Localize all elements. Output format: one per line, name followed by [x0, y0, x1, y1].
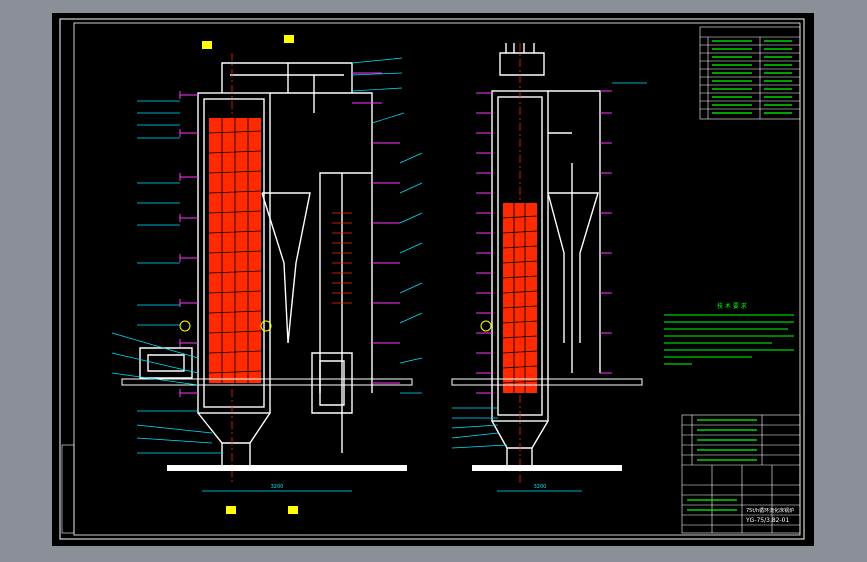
side-markers: [480, 320, 492, 332]
front-leaders-left: [111, 100, 222, 454]
front-foundation: [167, 465, 407, 471]
side-foundation: [472, 465, 622, 471]
marker-manhole-left: [179, 320, 191, 332]
front-dimension-label: 3200: [271, 484, 284, 490]
side-top-box: [499, 43, 545, 76]
side-cyclone: [547, 192, 599, 343]
side-level-ticks-right: [600, 90, 612, 374]
tech-requirements-lines: [664, 314, 794, 365]
drawing-number: YG-75/3.82-01: [745, 517, 789, 524]
front-ground-line: [121, 378, 413, 386]
front-leader-lines: [111, 57, 423, 454]
marker-bottom-left: [226, 506, 236, 514]
title-block-grid: [682, 415, 800, 533]
title-block: [681, 414, 801, 534]
marker-side-manhole: [480, 320, 492, 332]
side-level-ticks-left: [476, 92, 492, 394]
front-top-structure: [221, 62, 353, 113]
front-loop-seal: [311, 352, 353, 414]
front-backpass: [270, 92, 373, 453]
tech-requirements-notes: [664, 314, 794, 365]
side-dimension-label: 3200: [534, 484, 547, 490]
front-cyclone: [261, 192, 311, 344]
side-level-marks: [476, 90, 612, 394]
side-right-pass: [548, 90, 601, 373]
binding-strip: [61, 444, 75, 534]
title-block-label: 75t/h循环流化床锅炉: [746, 507, 794, 514]
side-ground-line: [451, 378, 643, 386]
front-level-ticks-left: [179, 91, 198, 397]
outer-border: [59, 18, 805, 540]
marker-bottom-right: [288, 506, 298, 514]
marker-top-right: [284, 35, 294, 43]
tech-requirements-heading: 技 术 要 求: [717, 302, 747, 310]
inner-border: [73, 22, 801, 536]
drawing-sheet: 3200 3200 技 术 要 求 75t/h循环流化床锅炉 YG-75/3.8…: [52, 13, 814, 546]
cad-drawing: 3200 3200 技 术 要 求 75t/h循环流化床锅炉 YG-75/3.8…: [59, 18, 805, 540]
marker-fan-top: [202, 41, 212, 49]
front-side-duct: [139, 347, 193, 379]
front-hopper: [197, 412, 271, 468]
front-level-ticks-right: [352, 72, 400, 384]
